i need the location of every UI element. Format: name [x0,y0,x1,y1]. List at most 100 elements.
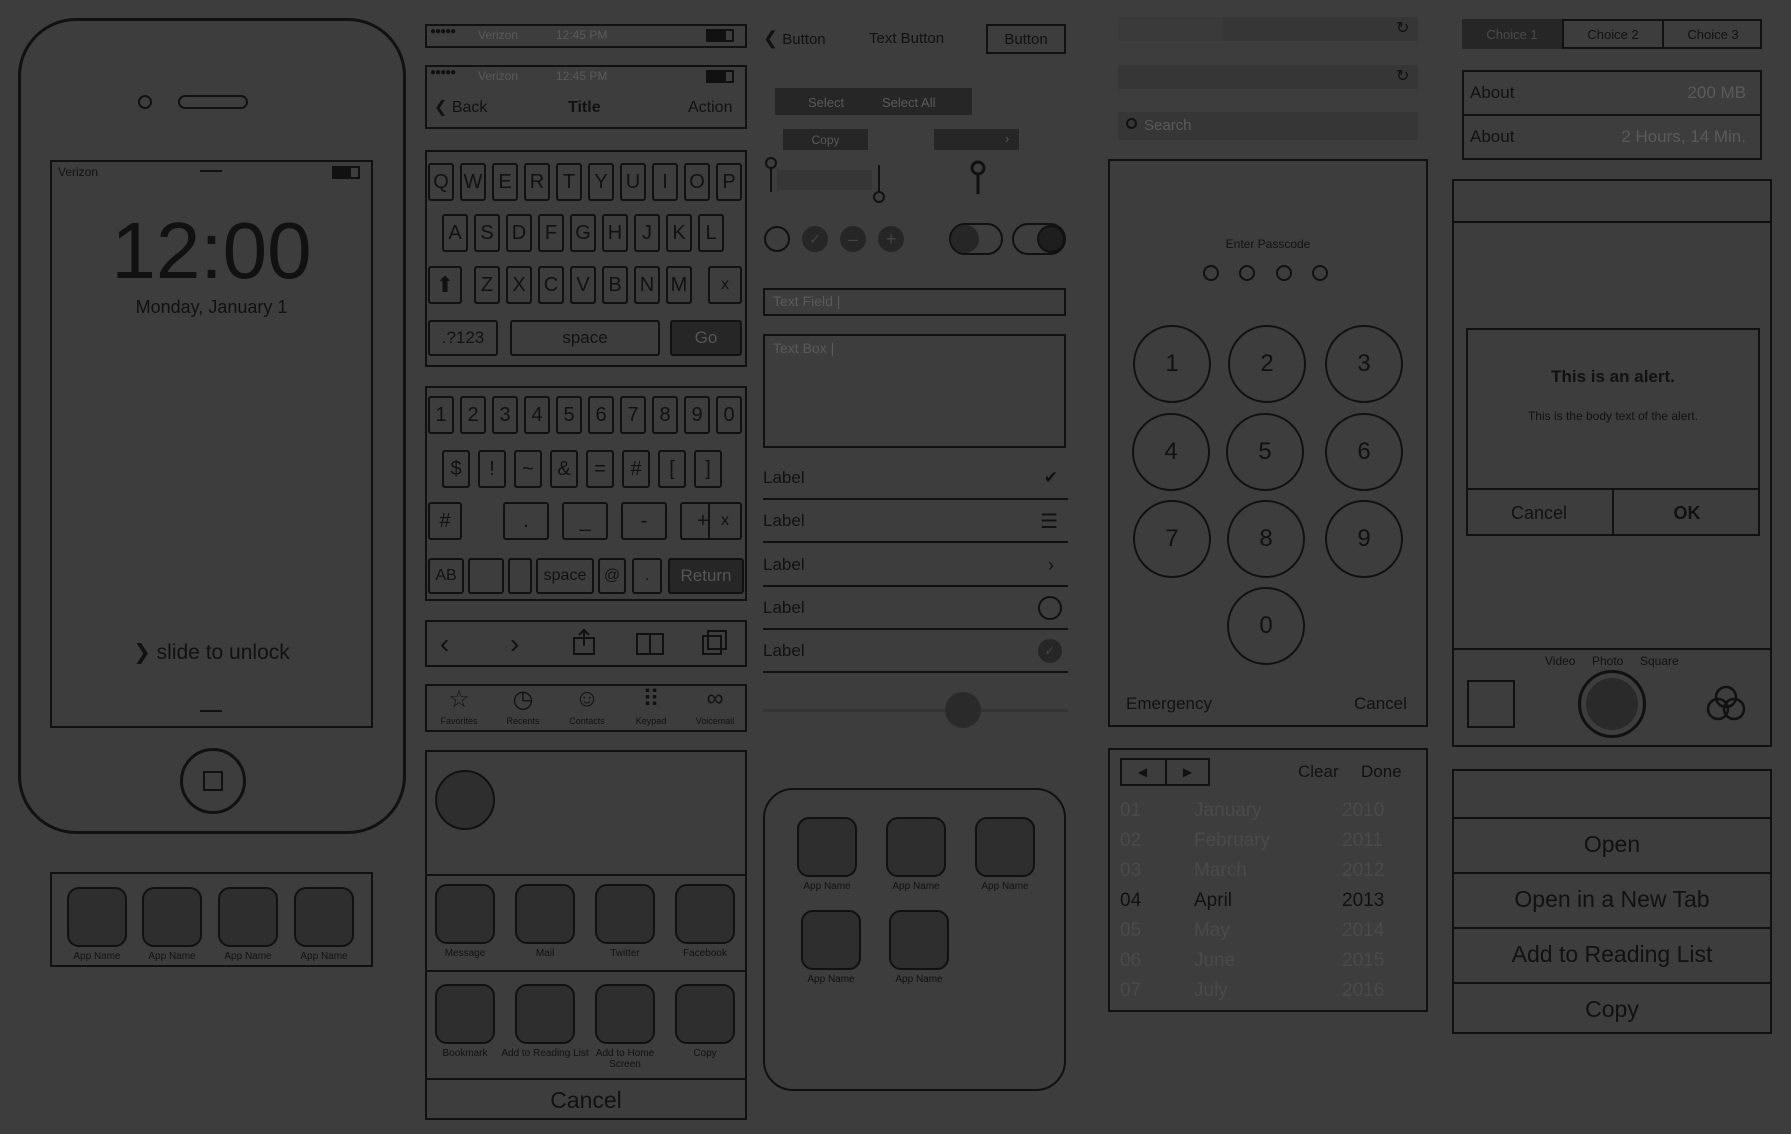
keyboard-key[interactable]: 4 [524,396,550,434]
picker-done-button[interactable]: Done [1361,762,1402,782]
picker-day[interactable]: 05 [1120,920,1141,942]
keyboard-key[interactable]: & [550,450,578,488]
keyboard-key[interactable]: V [570,266,596,304]
dot-key[interactable]: . [632,558,662,594]
picker-year[interactable]: 2015 [1342,950,1384,972]
keyboard-key[interactable]: F [538,214,564,252]
shift-key[interactable]: ⬆ [428,266,462,304]
back-arrow-icon[interactable]: ‹ [440,628,449,660]
keyboard-key[interactable]: [ [658,450,686,488]
keyboard-key[interactable]: K [666,214,692,252]
check-circle-icon[interactable]: ✓ [1038,639,1062,663]
keyboard-key[interactable]: P [716,163,742,201]
keyboard-key[interactable]: ! [478,450,506,488]
share-cancel-button[interactable]: Cancel [425,1080,747,1120]
emergency-button[interactable]: Emergency [1126,694,1212,714]
share-action-icon[interactable] [515,984,575,1044]
url-bar[interactable] [1118,65,1418,89]
space-key[interactable]: space [536,558,594,594]
keyboard-key[interactable]: J [634,214,660,252]
refresh-icon[interactable]: ↻ [1396,18,1409,38]
folder-app-icon[interactable] [886,817,946,877]
keyboard-key[interactable]: _ [562,502,608,540]
keyboard-key[interactable]: G [570,214,596,252]
passcode-key[interactable]: 0 [1227,587,1305,665]
list-item[interactable]: Label ✓ [763,631,1068,673]
action-sheet-item[interactable]: Add to Reading List [1452,927,1772,980]
tab-bar-item[interactable]: Favorites [431,716,487,726]
nav-action-button[interactable]: Action [688,99,732,117]
slider-thumb[interactable] [945,692,981,728]
keyboard-key[interactable]: 0 [716,396,742,434]
keyboard-key[interactable]: D [506,214,532,252]
share-icon[interactable] [572,628,596,658]
keyboard-key[interactable]: M [666,266,692,304]
list-item[interactable]: Label ✔ [763,458,1068,500]
keyboard-key[interactable]: C [538,266,564,304]
go-key[interactable]: Go [670,320,742,356]
tab-bar-item[interactable]: Recents [495,716,551,726]
keyboard-key[interactable]: Y [588,163,614,201]
keyboard-key[interactable]: Z [474,266,500,304]
share-action-icon[interactable] [595,984,655,1044]
passcode-key[interactable]: 9 [1325,500,1403,578]
picker-month[interactable]: March [1194,860,1247,882]
passcode-cancel-button[interactable]: Cancel [1354,694,1407,714]
keyboard-key[interactable]: U [620,163,646,201]
back-button[interactable]: ❮ Button [763,28,826,49]
blank-key[interactable] [468,558,504,594]
passcode-key[interactable]: 2 [1228,325,1306,403]
reorder-icon[interactable]: ☰ [1040,509,1058,534]
space-key[interactable]: space [510,320,660,356]
keyboard-key[interactable]: Q [428,163,454,201]
picker-year[interactable]: 2016 [1342,980,1384,1002]
passcode-key[interactable]: 3 [1325,325,1403,403]
tab-bar-item[interactable]: Voicemail [687,716,743,726]
list-item[interactable]: Label › [763,545,1068,587]
keyboard-key[interactable]: 5 [556,396,582,434]
keyboard-key[interactable]: # [622,450,650,488]
picker-day[interactable]: 02 [1120,830,1141,852]
slider-track[interactable] [763,709,1068,712]
keyboard-key[interactable]: 7 [620,396,646,434]
keyboard-key[interactable]: . [503,502,549,540]
keyboard-key[interactable]: - [621,502,667,540]
keyboard-key[interactable]: O [684,163,710,201]
check-circle-icon[interactable]: ✓ [802,226,828,252]
bordered-button[interactable]: Button [986,24,1066,54]
refresh-icon[interactable]: ↻ [1396,66,1409,86]
picker-year[interactable]: 2014 [1342,920,1384,942]
book-icon[interactable] [636,632,664,656]
passcode-key[interactable]: 6 [1325,413,1403,491]
picker-day[interactable]: 04 [1120,890,1141,912]
select-all-menu-item[interactable]: Select All [882,95,935,110]
share-app-icon[interactable] [675,884,735,944]
keyboard-key[interactable]: 9 [684,396,710,434]
dock-app-icon[interactable] [218,887,278,947]
dock-app-icon[interactable] [142,887,202,947]
tab-bar-item[interactable]: Contacts [559,716,615,726]
select-menu-item[interactable]: Select [808,95,844,110]
filters-icon[interactable] [1706,685,1746,721]
action-sheet-item[interactable]: Open [1452,817,1772,870]
share-action-icon[interactable] [435,984,495,1044]
numbers-key[interactable]: .?123 [428,320,498,356]
share-app-icon[interactable] [595,884,655,944]
dock-app-icon[interactable] [67,887,127,947]
keyboard-key[interactable]: E [492,163,518,201]
keyboard-key[interactable]: A [442,214,468,252]
passcode-key[interactable]: 5 [1226,413,1304,491]
delete-key[interactable]: x [708,266,742,304]
list-item[interactable]: Label [763,588,1068,630]
share-app-icon[interactable] [515,884,575,944]
segment-3[interactable]: Choice 3 [1662,19,1762,49]
nav-back-button[interactable]: ❮ Back [434,97,487,117]
picker-year[interactable]: 2011 [1342,830,1383,852]
action-sheet-item[interactable]: Copy [1452,982,1772,1035]
keyboard-key[interactable]: S [474,214,500,252]
picker-month[interactable]: June [1194,950,1235,972]
picker-day[interactable]: 01 [1120,800,1141,822]
passcode-key[interactable]: 8 [1227,500,1305,578]
keyboard-key[interactable]: $ [442,450,470,488]
keyboard-key[interactable]: 3 [492,396,518,434]
